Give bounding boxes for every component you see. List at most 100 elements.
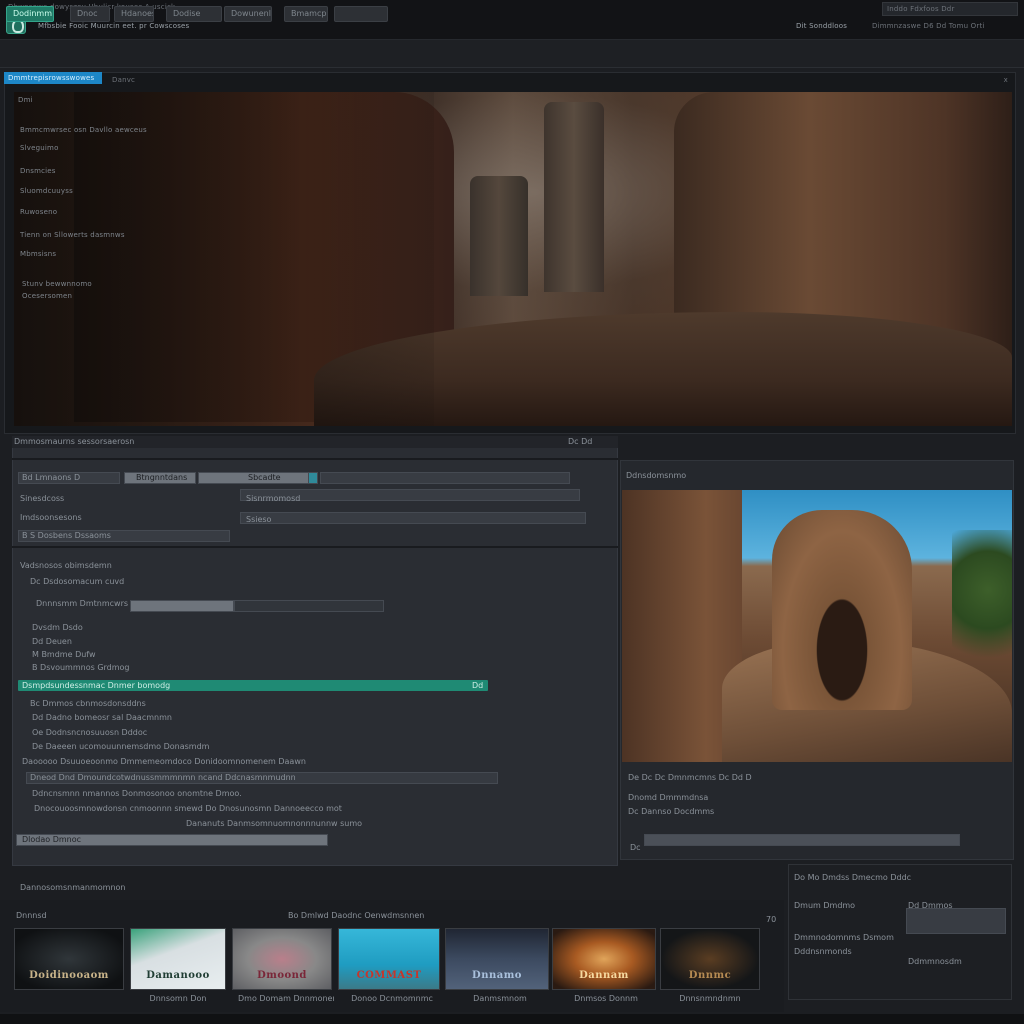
media-thumbnail[interactable]: Dnnmc — [660, 928, 760, 990]
preview-info-row: Dnomd Dmmmdnsa — [628, 793, 709, 802]
preview-trees — [952, 530, 1012, 680]
preview-info-row: Dc Dannso Docdmms — [628, 807, 715, 816]
property-dropdown-value: B S Dosbens Dssaoms — [22, 531, 111, 540]
thumbnail-caption: Danmsmnom — [473, 994, 527, 1003]
overlay-item[interactable]: Slveguimo — [20, 144, 100, 152]
overlay-item[interactable]: Ocesersomen — [22, 292, 122, 300]
media-thumbnail[interactable]: Dannam — [552, 928, 656, 990]
scene-viewport[interactable] — [14, 92, 1012, 426]
rock-spire-tall — [544, 102, 604, 292]
list-item[interactable]: Dneod Dnd Dmoundcotwdnussmmmnmn ncand Dd… — [30, 772, 490, 784]
thumbnail-title: Dannam — [579, 970, 629, 981]
media-thumbnail[interactable]: Dmoond — [232, 928, 332, 990]
toolbar-button-6[interactable]: Bmamcpo — [284, 6, 328, 22]
properties-footer: Dannosomsnmanmomnon — [20, 883, 126, 892]
overlay-item[interactable]: Sluomdcuuyss — [20, 187, 100, 195]
property-input-value: Sisnrmomosd — [246, 494, 301, 503]
title-secondary-info: Dimmnzaswe D6 Dd Tomu Orti — [872, 22, 985, 30]
viewport-overlay — [14, 92, 434, 426]
thumbnail-title: COMMAST — [356, 970, 422, 981]
media-thumbnail[interactable]: Doidinooaom — [14, 928, 124, 990]
status-bar — [0, 1014, 1024, 1024]
toolbar-button-1[interactable]: Dodinmm — [6, 6, 54, 22]
thumbnail-title: Dnnmc — [688, 970, 732, 981]
thumbnail-title: Dmoond — [257, 970, 307, 981]
property-input-value: Ssieso — [246, 515, 272, 524]
overlay-item[interactable]: Dnsmcies — [20, 167, 100, 175]
list-item[interactable]: Dd Dadno bomeosr sal Daacmnmn — [32, 712, 332, 724]
thumbnail-caption: Dnmsos Donnm — [574, 994, 638, 1003]
thumbnail-caption: Dnnsomn Don — [149, 994, 207, 1003]
title-info: Dit Sonddloos — [796, 22, 848, 30]
tree-item[interactable]: Dvsdm Dsdo — [32, 622, 152, 634]
media-search[interactable]: Bo Dmlwd Daodnc Oenwdmsnnen — [288, 910, 448, 922]
details-row: Ddmmnosdm — [908, 957, 962, 966]
document-title: Mfbsbie Fooic Muurcin eet. pr Cowscoses — [38, 22, 190, 30]
preview-image[interactable] — [622, 490, 1012, 762]
rock-spire-small — [470, 176, 528, 296]
media-thumbnail[interactable]: Damanooo — [130, 928, 226, 990]
preview-progress-track[interactable] — [644, 834, 960, 846]
list-item[interactable]: Ddncnsmnn nmannos Donmosonoo onomtne Dmo… — [32, 788, 492, 800]
media-strip-label: Dnnnsd — [16, 911, 47, 920]
preview-info-row: Dc — [630, 843, 641, 852]
details-row: Dmmnodomnms Dsmomod — [794, 933, 894, 942]
thumbnail-title: Damanooo — [146, 970, 210, 981]
toolbar — [0, 40, 1024, 68]
tree-item[interactable]: Vadsnosos obimsdemn — [20, 560, 180, 572]
overlay-item[interactable]: Bmmcmwrsec osn Davllo aewceus — [20, 126, 180, 134]
thumbnail-title: Doidinooaom — [29, 970, 109, 981]
preview-rock-arch — [772, 510, 912, 710]
window-controls[interactable]: Inddo Fdxfoos Ddr — [882, 2, 1018, 16]
list-item[interactable]: Daooooo Dsuuoeoonmo Dmmemeomdoco Donidoo… — [22, 756, 442, 768]
list-item[interactable]: Bc Dmmos cbnmosdonsddns — [30, 698, 330, 710]
list-item[interactable]: De Daeeen ucomouunnemsdmo Donasmdm — [32, 741, 352, 753]
thumbnail-caption: Dmo Domam Dnnmonemus — [238, 994, 334, 1003]
tree-item-track[interactable] — [234, 600, 384, 612]
overlay-item: Dmi — [18, 96, 33, 104]
toolbar-button-2[interactable]: Dnoc — [70, 6, 110, 22]
main-panel-tab[interactable]: Dmmtrepisrowsswowes — [4, 72, 102, 84]
media-count: 70 — [766, 915, 777, 924]
selected-row-value: Dd — [472, 681, 484, 690]
tree-item[interactable]: Dd Deuen — [32, 636, 152, 648]
preview-title: Ddnsdomsnmo — [626, 471, 687, 480]
preview-coords: De Dc Dc Dmnmcmns Dc Dd D — [628, 773, 752, 782]
thumbnail-title: Dnnamo — [472, 970, 522, 981]
overlay-item[interactable]: Stunv bewwnnomo — [22, 280, 122, 288]
media-thumbnail[interactable]: COMMAST — [338, 928, 440, 990]
toolbar-button-5[interactable]: Dowunenl — [224, 6, 272, 22]
properties-header-info: Dc Dd — [568, 437, 593, 446]
tree-item[interactable]: B Dsvoummnos Grdmog — [32, 662, 152, 674]
toolbar-button-4[interactable]: Dodise — [166, 6, 222, 22]
details-row: Dddnsnmonds — [794, 947, 852, 956]
details-field[interactable] — [906, 908, 1006, 934]
slider-handle[interactable] — [308, 472, 318, 484]
list-item[interactable]: Oe Dodnsncnosuuosn Dddoc — [32, 727, 332, 739]
footer-field-label: Dlodao Dmnoc — [22, 835, 82, 844]
overlay-item[interactable]: Mbmsisns — [20, 250, 100, 258]
list-item[interactable]: Dananuts Danmsomnuomnonnnunnw sumo — [186, 818, 486, 830]
tree-item[interactable]: M Bmdme Dufw — [32, 649, 152, 661]
property-label: Sinesdcoss — [20, 494, 65, 503]
main-panel-sublabel: Danvc — [112, 76, 136, 84]
overlay-item[interactable]: Ruwoseno — [20, 208, 100, 216]
media-thumbnail[interactable]: Dnnamo — [445, 928, 549, 990]
properties-title: Dmmosmaurns sessorsaerosn — [14, 437, 135, 446]
property-label: Imdsoonsesons — [20, 513, 82, 522]
toolbar-button-7[interactable] — [334, 6, 388, 22]
toolbar-button-3[interactable]: Hdanoes — [114, 6, 154, 22]
divider — [12, 546, 618, 548]
thumbnail-caption: Dnnsnmndnmn — [679, 994, 741, 1003]
selected-row-label: Dsmpdsundessnmac Dnmer bomodg — [22, 681, 171, 690]
main-panel-close-icon[interactable]: x — [968, 76, 1008, 84]
tree-item[interactable]: Dnnnsmm Dmtnmcwrs — [36, 598, 176, 610]
tree-item[interactable]: Dc Dsdosomacum cuvd — [30, 576, 190, 588]
property-field-wide[interactable] — [320, 472, 570, 484]
details-row: Dmum Dmdmo — [794, 901, 856, 910]
overlay-item[interactable]: Tienn on Sllowerts dasmnws — [20, 231, 140, 239]
list-item[interactable]: Dnocouoosmnowdonsn cnmoonnn smewd Do Dno… — [34, 803, 514, 815]
property-label: Bd Lmnaons D — [22, 473, 81, 482]
divider — [12, 458, 618, 460]
thumbnail-caption: Donoo Dcnmomnmc — [351, 994, 433, 1003]
